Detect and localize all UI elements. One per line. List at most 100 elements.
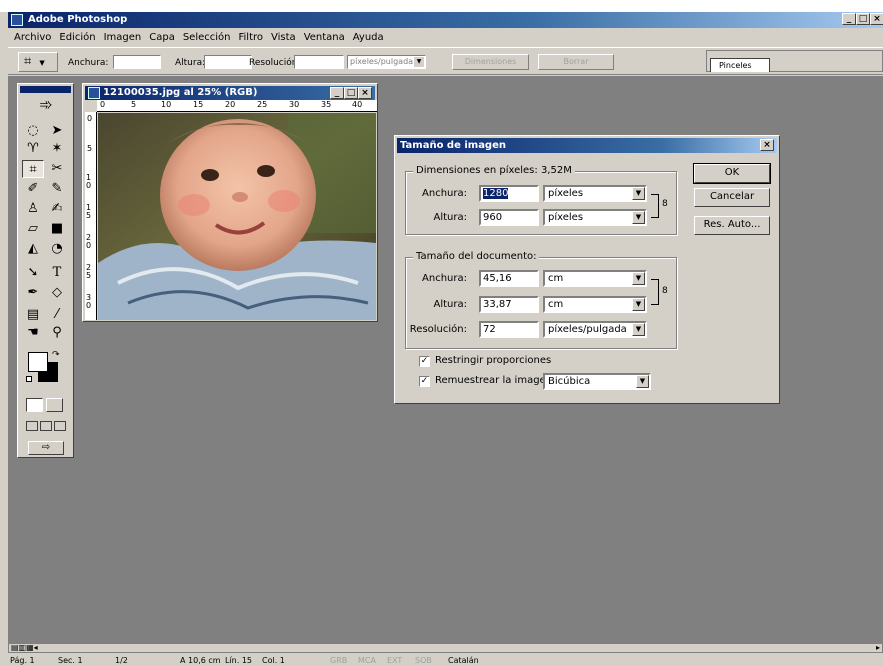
close-button[interactable]: ×: [870, 13, 883, 25]
doc-width-input[interactable]: 45,16: [479, 270, 539, 287]
dodge-icon[interactable]: ◔: [46, 240, 68, 258]
document-canvas[interactable]: [98, 113, 376, 320]
ruler-tick: 15: [193, 100, 204, 109]
doc-width-unit-select[interactable]: cm ▼: [543, 270, 647, 287]
px-width-unit-select[interactable]: píxeles ▼: [543, 185, 647, 202]
option-resolution-input[interactable]: [294, 55, 344, 69]
eyedropper-icon[interactable]: ⁄: [46, 306, 68, 324]
maximize-button[interactable]: □: [856, 13, 870, 25]
brush-icon[interactable]: ✎: [46, 180, 68, 198]
px-height-input[interactable]: 960: [479, 209, 539, 226]
constrain-proportions-checkbox[interactable]: ✓: [419, 356, 430, 367]
history-brush-icon[interactable]: ✍: [46, 200, 68, 218]
chain-link-icon: 8: [662, 199, 668, 209]
gradient-icon[interactable]: ■: [46, 220, 68, 238]
move-icon[interactable]: ➤: [46, 122, 68, 140]
magic-wand-icon[interactable]: ✶: [46, 140, 68, 158]
clone-stamp-icon[interactable]: ♙: [22, 200, 44, 218]
default-colors-icon[interactable]: [26, 376, 32, 382]
ruler-tick: 10: [161, 100, 172, 109]
status-grb: GRB: [330, 656, 348, 665]
zoom-icon[interactable]: ⚲: [46, 324, 68, 342]
clear-button[interactable]: Borrar: [538, 54, 614, 70]
option-resolution-label: Resolución:: [249, 58, 301, 68]
menu-imagen[interactable]: Imagen: [100, 32, 146, 43]
option-resolution-unit[interactable]: píxeles/pulgada ▼: [347, 55, 426, 69]
resolution-unit-select[interactable]: píxeles/pulgada ▼: [543, 321, 647, 338]
path-selection-icon[interactable]: ➘: [22, 264, 44, 282]
doc-height-input[interactable]: 33,87: [479, 296, 539, 313]
ok-button[interactable]: OK: [693, 163, 771, 184]
option-height-input[interactable]: [204, 55, 252, 69]
type-icon[interactable]: T: [46, 264, 68, 282]
menu-seleccion[interactable]: Selección: [179, 32, 235, 43]
pen-icon[interactable]: ✒: [22, 284, 44, 302]
desktop-strip: [0, 0, 883, 12]
crop-tool-preset[interactable]: ⌗ ▼: [18, 52, 58, 72]
screen-mode-standard-icon[interactable]: [26, 421, 38, 431]
lasso-icon[interactable]: ♈: [22, 140, 44, 158]
minimize-button[interactable]: _: [842, 13, 856, 25]
scroll-right-arrow-icon[interactable]: ▸: [876, 643, 880, 652]
standard-mode-icon[interactable]: [26, 398, 43, 412]
ruler-vertical: 0 5 1 0 1 5 2 0 2 5 3 0: [85, 112, 97, 320]
menu-capa[interactable]: Capa: [145, 32, 179, 43]
resample-checkbox[interactable]: ✓: [419, 376, 430, 387]
chevron-down-icon: ▼: [632, 187, 645, 200]
toolbox-header[interactable]: [20, 86, 71, 93]
dialog-titlebar[interactable]: Tamaño de imagen ×: [397, 138, 777, 153]
ruler-tick: 25: [257, 100, 268, 109]
doc-minimize-button[interactable]: _: [330, 87, 344, 99]
crop-tool-icon[interactable]: ⌗: [22, 160, 44, 178]
healing-brush-icon[interactable]: ✐: [22, 180, 44, 198]
cancel-button[interactable]: Cancelar: [694, 188, 770, 207]
option-width-label: Anchura:: [68, 58, 109, 68]
ruler-tick: 3 0: [86, 293, 92, 310]
eraser-icon[interactable]: ▱: [22, 220, 44, 238]
auto-resolution-button[interactable]: Res. Auto...: [694, 216, 770, 235]
doc-height-unit-select[interactable]: cm ▼: [543, 296, 647, 313]
window-controls: _ □ ×: [842, 13, 883, 25]
document-titlebar[interactable]: 12100035.jpg al 25% (RGB) _ □ ×: [85, 86, 375, 100]
screen-mode-menubar-icon[interactable]: [40, 421, 52, 431]
menu-ayuda[interactable]: Ayuda: [349, 32, 388, 43]
doc-maximize-button[interactable]: □: [344, 87, 358, 99]
dialog-close-button[interactable]: ×: [760, 139, 774, 151]
option-width-input[interactable]: [113, 55, 161, 69]
menu-edicion[interactable]: Edición: [55, 32, 99, 43]
ruler-tick: 35: [321, 100, 332, 109]
menu-ventana[interactable]: Ventana: [300, 32, 349, 43]
menu-archivo[interactable]: Archivo: [10, 32, 55, 43]
notes-icon[interactable]: ▤: [22, 306, 44, 324]
resolution-input[interactable]: 72: [479, 321, 539, 338]
app-titlebar[interactable]: Adobe Photoshop _ □ ×: [8, 12, 883, 28]
menu-filtro[interactable]: Filtro: [235, 32, 268, 43]
px-height-unit-select[interactable]: píxeles ▼: [543, 209, 647, 226]
blur-icon[interactable]: ◭: [22, 240, 44, 258]
document-size-label: Tamaño del documento:: [413, 251, 540, 262]
document-icon: [88, 87, 100, 99]
doc-close-button[interactable]: ×: [358, 87, 372, 99]
px-width-input[interactable]: 1280: [479, 185, 539, 202]
swap-colors-icon[interactable]: ↷: [52, 350, 60, 360]
chevron-down-icon: ▼: [636, 375, 649, 388]
horizontal-scrollbar[interactable]: ▤▥▦◂ ▸: [8, 643, 883, 653]
menu-vista[interactable]: Vista: [267, 32, 300, 43]
foreground-color-swatch-front[interactable]: [28, 352, 48, 372]
tab-pinceles[interactable]: Pinceles: [710, 58, 770, 72]
view-mode-icons[interactable]: ▤▥▦◂: [11, 643, 38, 652]
dimensions-button[interactable]: Dimensiones: [452, 54, 529, 70]
jump-to-imageready-icon[interactable]: ⇨: [28, 441, 64, 455]
ruler-tick: 20: [225, 100, 236, 109]
px-link-bracket: [651, 194, 659, 218]
quick-mask-icon[interactable]: [46, 398, 63, 412]
hand-icon[interactable]: ☚: [22, 324, 44, 342]
ruler-horizontal: 0 5 10 15 20 25 30 35 40: [97, 100, 377, 112]
adobe-online-icon[interactable]: ➾: [22, 96, 70, 120]
marquee-icon[interactable]: ◌: [22, 122, 44, 140]
slice-icon[interactable]: ✂: [46, 160, 68, 178]
shape-icon[interactable]: ◇: [46, 284, 68, 302]
screen-mode-full-icon[interactable]: [54, 421, 66, 431]
status-pages: 1/2: [115, 656, 128, 665]
resample-method-select[interactable]: Bicúbica ▼: [543, 373, 651, 390]
